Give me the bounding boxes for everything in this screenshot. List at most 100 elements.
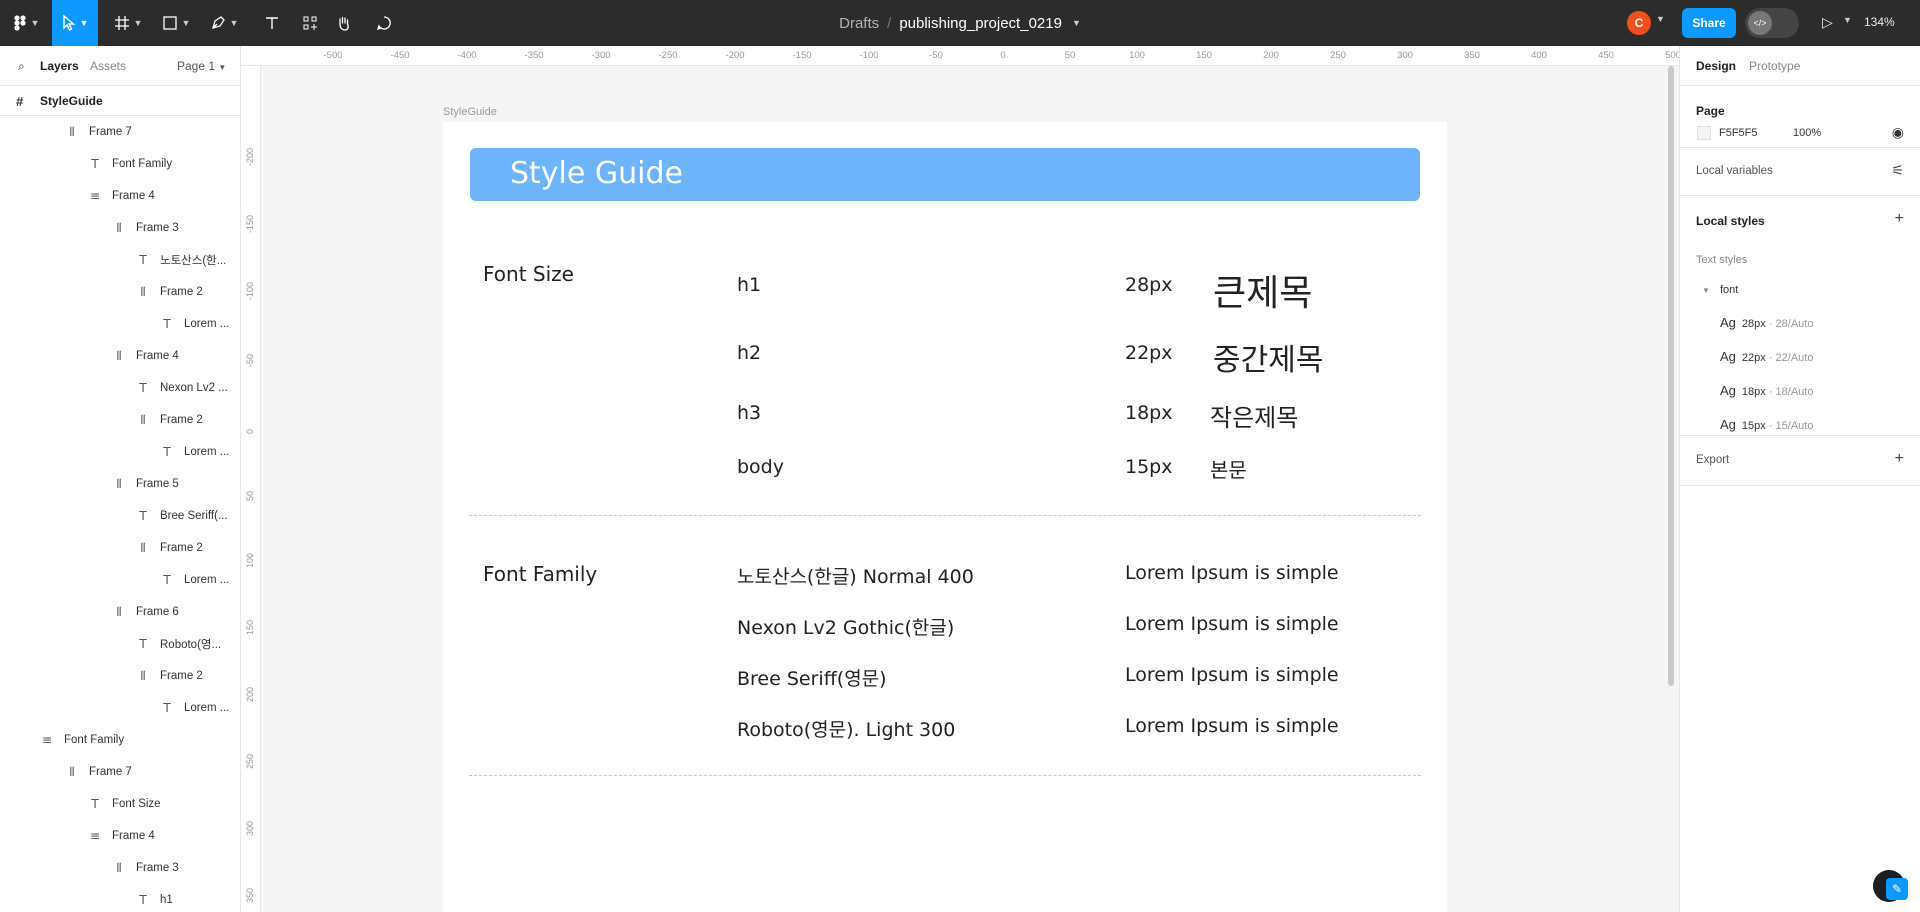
ruler-vertical: -200 -150 -100 -50 0 50 100 150 200 250 300 350 — [241, 66, 261, 912]
tab-prototype[interactable]: Prototype — [1749, 59, 1800, 73]
text-style-item[interactable]: Ag 22px · 22/Auto — [1720, 349, 1813, 364]
tab-layers[interactable]: Layers — [40, 59, 79, 73]
font-family-name[interactable]: Roboto(영문). Light 300 — [737, 715, 955, 742]
tab-design[interactable]: Design — [1696, 59, 1736, 73]
layer-item[interactable]: T Lorem ... — [160, 692, 229, 724]
text-style-size: 22px — [1741, 352, 1766, 364]
font-size-sample[interactable]: 큰제목 — [1213, 264, 1312, 316]
add-style-icon[interactable]: + — [1895, 210, 1904, 228]
font-family-sample[interactable]: Lorem Ipsum is simple — [1125, 715, 1339, 737]
font-size-px[interactable]: 15px — [1125, 456, 1172, 478]
styleguide-frame[interactable]: Style Guide Font Size h1 28px 큰제목 h2 22px 중간제… — [443, 122, 1447, 912]
layer-item[interactable]: ⦀ Frame 3 — [112, 212, 178, 244]
font-size-tag[interactable]: h3 — [737, 402, 761, 424]
font-family-heading[interactable]: Font Family — [483, 562, 597, 586]
present-button[interactable]: ▷ — [1822, 14, 1833, 31]
layer-item[interactable]: T Lorem ... — [160, 436, 229, 468]
canvas-scrollbar[interactable] — [1668, 66, 1674, 686]
font-family-name[interactable]: Bree Seriff(영문) — [737, 664, 887, 691]
local-variables-section[interactable]: Local variables ⚟ — [1680, 148, 1920, 196]
layer-item[interactable]: T Lorem ... — [160, 308, 229, 340]
font-size-heading[interactable]: Font Size — [483, 262, 574, 286]
font-size-tag[interactable]: h2 — [737, 342, 761, 364]
font-size-sample[interactable]: 중간제목 — [1213, 335, 1323, 379]
layer-item[interactable]: T Bree Seriff(... — [136, 500, 227, 532]
resources-tool-button[interactable] — [292, 0, 328, 46]
avatar[interactable]: C — [1627, 11, 1651, 35]
comment-tool-button[interactable] — [366, 0, 402, 46]
layer-item[interactable]: ⦀ Frame 4 — [112, 340, 178, 372]
font-family-sample[interactable]: Lorem Ipsum is simple — [1125, 562, 1339, 584]
main-menu-button[interactable]: ▼ — [8, 0, 44, 46]
layer-item[interactable]: T Nexon Lv2 ... — [136, 372, 227, 404]
chevron-down-icon[interactable]: ▼ — [1702, 286, 1710, 295]
text-tool-button[interactable] — [254, 0, 290, 46]
page-opacity-value[interactable]: 100% — [1793, 127, 1821, 139]
text-style-item[interactable]: Ag 18px · 18/Auto — [1720, 383, 1813, 398]
font-size-tag[interactable]: body — [737, 456, 784, 478]
font-family-sample[interactable]: Lorem Ipsum is simple — [1125, 613, 1339, 635]
font-family-name[interactable]: 노토산스(한글) Normal 400 — [737, 562, 974, 589]
style-group-font[interactable]: font — [1720, 284, 1738, 296]
chevron-down-icon[interactable]: ▼ — [1656, 14, 1665, 24]
pen-tool-button[interactable]: ▼ — [206, 0, 242, 46]
layer-item[interactable]: ⦀ Frame 7 — [65, 116, 131, 148]
frame-label[interactable]: StyleGuide — [443, 106, 497, 118]
ruler-tick-label: -200 — [245, 147, 255, 166]
layer-item[interactable]: ⦀ Frame 2 — [136, 660, 202, 692]
page-color-value[interactable]: F5F5F5 — [1719, 127, 1758, 139]
style-guide-banner[interactable]: Style Guide — [470, 148, 1420, 201]
layer-item[interactable]: ⦀ Frame 2 — [136, 532, 202, 564]
hand-tool-button[interactable] — [326, 0, 362, 46]
canvas[interactable]: -500 -450 -400 -350 -300 -250 -200 -150 -100 -50 0… — [241, 46, 1679, 912]
layer-item[interactable]: ⦀ Frame 2 — [136, 276, 202, 308]
edit-icon[interactable]: ✎ — [1886, 878, 1908, 900]
share-button[interactable]: Share — [1682, 8, 1736, 38]
font-family-name[interactable]: Nexon Lv2 Gothic(한글) — [737, 613, 954, 640]
shape-tool-button[interactable]: ▼ — [158, 0, 194, 46]
layer-item[interactable]: Th1 — [136, 884, 172, 912]
zoom-level[interactable]: 134% — [1864, 15, 1895, 29]
eye-icon[interactable]: ◉ — [1892, 124, 1904, 141]
layer-item[interactable]: T Lorem ... — [160, 564, 229, 596]
font-size-px[interactable]: 18px — [1125, 402, 1172, 424]
layer-item[interactable]: ⦀ Frame 2 — [136, 404, 202, 436]
sliders-icon[interactable]: ⚟ — [1891, 162, 1904, 179]
frame-tool-button[interactable]: ▼ — [110, 0, 146, 46]
ruler-tick-label: -300 — [591, 50, 611, 61]
local-variables-label[interactable]: Local variables — [1696, 165, 1773, 177]
layer-item[interactable]: ≡ Frame 4 — [88, 820, 155, 852]
tab-assets[interactable]: Assets — [90, 59, 126, 73]
layer-label: Font Family — [112, 158, 173, 170]
layer-item[interactable]: ≡ Font Family — [40, 724, 124, 756]
text-style-item[interactable]: Ag 15px · 15/Auto — [1720, 417, 1813, 432]
page-color-swatch[interactable] — [1697, 126, 1711, 140]
layer-item[interactable]: T 노토산스(한... — [136, 244, 226, 276]
font-size-tag[interactable]: h1 — [737, 274, 761, 296]
style-guide-title[interactable]: Style Guide — [510, 156, 683, 191]
layer-item[interactable]: T Font Family — [88, 148, 172, 180]
font-size-px[interactable]: 22px — [1125, 342, 1172, 364]
font-size-sample[interactable]: 본문 — [1210, 454, 1247, 483]
chevron-down-icon[interactable]: ▼ — [1843, 15, 1852, 25]
move-tool-button[interactable]: ▼ — [52, 0, 98, 46]
layer-item[interactable]: ⦀ Frame 5 — [112, 468, 178, 500]
add-export-icon[interactable]: + — [1895, 450, 1904, 468]
drafts-link[interactable]: Drafts — [839, 15, 879, 32]
layer-item[interactable]: ⦀ Frame 6 — [112, 596, 178, 628]
layer-item[interactable]: T Font Size — [88, 788, 160, 820]
layer-item[interactable]: ⦀ Frame 7 — [65, 756, 131, 788]
dev-mode-toggle[interactable]: </> — [1745, 8, 1799, 38]
file-name[interactable]: publishing_project_0219 — [899, 15, 1062, 32]
chevron-down-icon[interactable]: ▼ — [1072, 18, 1081, 28]
layer-item[interactable]: ⦀ Frame 3 — [112, 852, 178, 884]
layer-root-styleguide[interactable]: # StyleGuide — [0, 86, 240, 116]
font-size-px[interactable]: 28px — [1125, 274, 1172, 296]
font-size-sample[interactable]: 작은제목 — [1210, 398, 1298, 433]
text-style-item[interactable]: Ag 28px · 28/Auto — [1720, 315, 1813, 330]
font-family-sample[interactable]: Lorem Ipsum is simple — [1125, 664, 1339, 686]
layer-item[interactable]: ≡ Frame 4 — [88, 180, 155, 212]
search-icon[interactable]: ⌕ — [18, 59, 25, 74]
page-selector[interactable]: Page 1 ▼ — [177, 59, 226, 73]
layer-item[interactable]: T Roboto(영... — [136, 628, 221, 660]
